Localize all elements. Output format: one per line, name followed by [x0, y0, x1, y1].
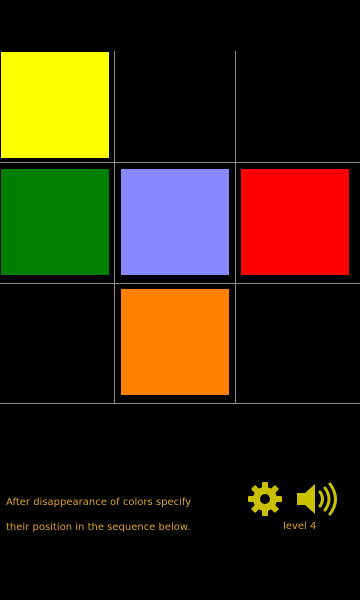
- gear-icon: [248, 482, 282, 516]
- instructions-line-1: After disappearance of colors specify: [6, 497, 192, 508]
- level-indicator: level 4: [283, 521, 317, 532]
- grid-cell-r2-c2[interactable]: [240, 285, 360, 405]
- sound-toggle-button[interactable]: [295, 479, 343, 519]
- instructions-text: After disappearance of colors specify th…: [6, 490, 236, 540]
- settings-button[interactable]: [247, 481, 283, 517]
- speaker-icon: [297, 482, 337, 516]
- orange-color-tile: [121, 289, 229, 395]
- red-color-tile: [241, 169, 349, 275]
- yellow-color-tile: [1, 52, 109, 158]
- grid-cell-r0-c1[interactable]: [120, 48, 240, 168]
- grid-cell-r0-c0[interactable]: [0, 48, 120, 168]
- grid-cell-r1-c0[interactable]: [0, 165, 120, 285]
- grid-cell-r1-c2[interactable]: [240, 165, 360, 285]
- green-color-tile: [1, 169, 109, 275]
- grid-cell-r2-c0[interactable]: [0, 285, 120, 405]
- grid-cell-r0-c2[interactable]: [240, 48, 360, 168]
- color-grid: [0, 48, 360, 404]
- instructions-line-2: their position in the sequence below.: [6, 522, 191, 533]
- lavender-color-tile: [121, 169, 229, 275]
- grid-cell-r2-c1[interactable]: [120, 285, 240, 405]
- grid-cell-r1-c1[interactable]: [120, 165, 240, 285]
